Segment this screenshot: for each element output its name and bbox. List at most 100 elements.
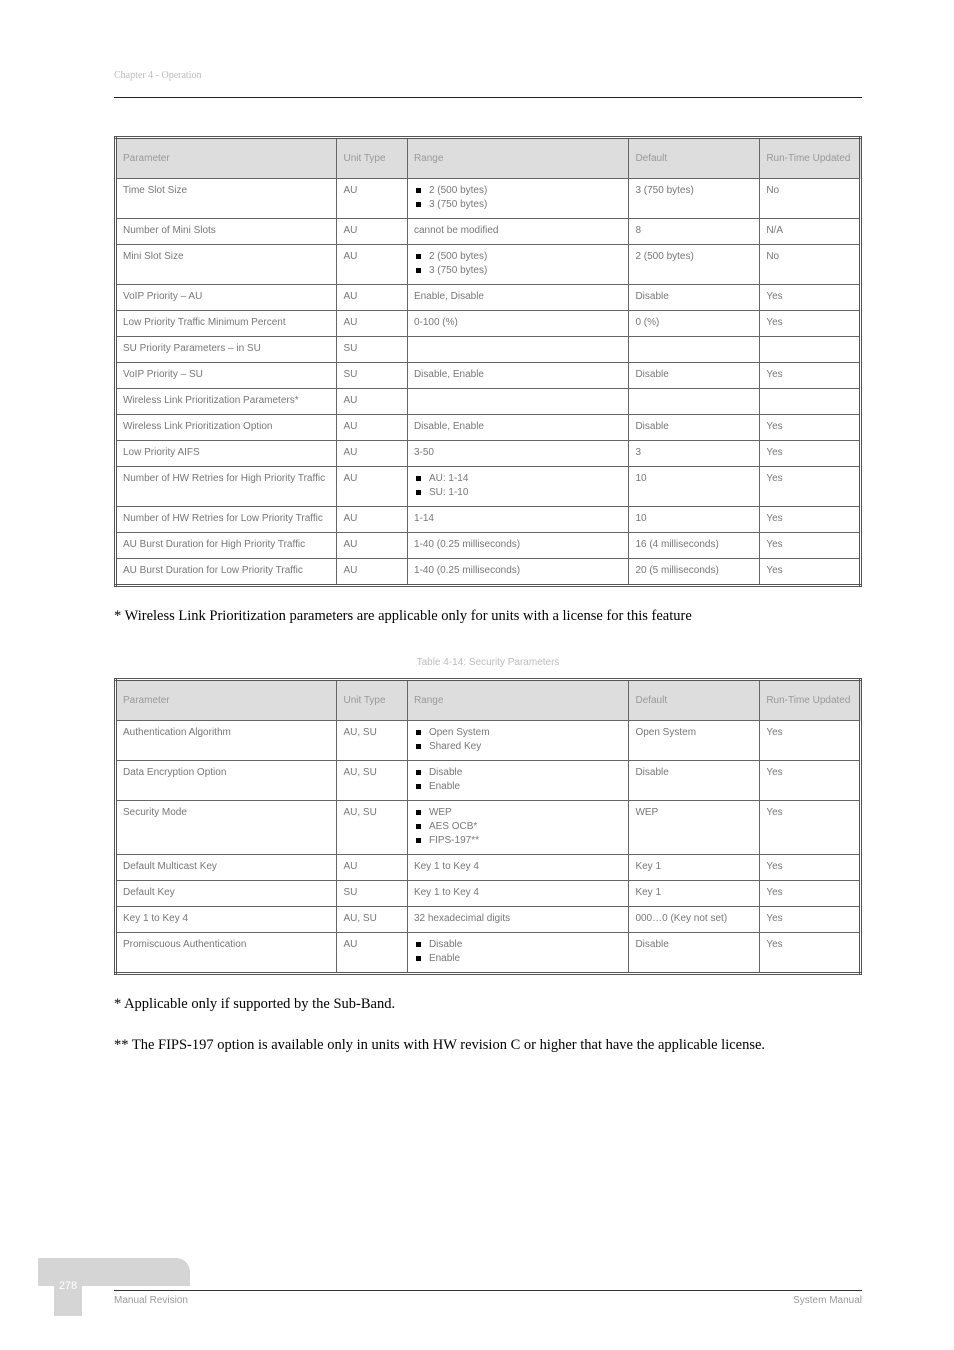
range-value: SU: 1-10 — [429, 486, 622, 500]
bullet-icon — [416, 202, 421, 207]
cell-unit: SU — [337, 337, 407, 363]
cell-runtime: Yes — [760, 559, 861, 586]
cell-default: Key 1 — [629, 855, 760, 881]
cell-range: Key 1 to Key 4 — [407, 881, 628, 907]
range-value: 2 (500 bytes) — [429, 184, 622, 198]
cell-runtime — [760, 389, 861, 415]
table-row: Low Priority Traffic Minimum PercentAU0-… — [116, 311, 861, 337]
table-row: Mini Slot SizeAU2 (500 bytes)3 (750 byte… — [116, 245, 861, 285]
cell-runtime: Yes — [760, 907, 861, 933]
cell-default: 16 (4 milliseconds) — [629, 533, 760, 559]
cell-default: 3 — [629, 441, 760, 467]
chapter-header: Chapter 4 - Operation — [114, 70, 862, 81]
bullet-icon — [416, 810, 421, 815]
col-parameter: Parameter — [116, 138, 337, 179]
cell-runtime: Yes — [760, 311, 861, 337]
header-rule — [114, 97, 862, 98]
cell-runtime — [760, 337, 861, 363]
cell-runtime: Yes — [760, 881, 861, 907]
range-bullet: Open System — [414, 726, 622, 740]
cell-parameter: AU Burst Duration for High Priority Traf… — [116, 533, 337, 559]
col-unit: Unit Type — [337, 680, 407, 721]
table-header-row: Parameter Unit Type Range Default Run-Ti… — [116, 138, 861, 179]
bullet-icon — [416, 744, 421, 749]
cell-range — [407, 337, 628, 363]
range-value: Open System — [429, 726, 622, 740]
cell-parameter: Default Key — [116, 881, 337, 907]
cell-default — [629, 337, 760, 363]
cell-unit: AU — [337, 179, 407, 219]
range-value: AU: 1-14 — [429, 472, 622, 486]
bullet-icon — [416, 942, 421, 947]
cell-range: AU: 1-14SU: 1-10 — [407, 467, 628, 507]
range-value: Disable — [429, 766, 622, 780]
cell-range: DisableEnable — [407, 933, 628, 974]
cell-runtime: No — [760, 179, 861, 219]
cell-range: Key 1 to Key 4 — [407, 855, 628, 881]
cell-default: 20 (5 milliseconds) — [629, 559, 760, 586]
cell-runtime: Yes — [760, 933, 861, 974]
table-header-row: Parameter Unit Type Range Default Run-Ti… — [116, 680, 861, 721]
cell-unit: AU — [337, 285, 407, 311]
cell-range: 2 (500 bytes)3 (750 bytes) — [407, 179, 628, 219]
footer-tab-graphic: 278 — [38, 1258, 190, 1316]
cell-range: 32 hexadecimal digits — [407, 907, 628, 933]
table-row: Number of Mini SlotsAUcannot be modified… — [116, 219, 861, 245]
cell-unit: AU — [337, 507, 407, 533]
cell-default: Key 1 — [629, 881, 760, 907]
cell-parameter: Authentication Algorithm — [116, 721, 337, 761]
cell-parameter: Wireless Link Prioritization Parameters* — [116, 389, 337, 415]
cell-parameter: Key 1 to Key 4 — [116, 907, 337, 933]
range-bullet: Enable — [414, 952, 622, 966]
cell-default: 0 (%) — [629, 311, 760, 337]
range-bullet: FIPS-197** — [414, 834, 622, 848]
cell-range: 1-40 (0.25 milliseconds) — [407, 559, 628, 586]
cell-default: Disable — [629, 415, 760, 441]
cell-parameter: Data Encryption Option — [116, 761, 337, 801]
cell-unit: AU, SU — [337, 801, 407, 855]
cell-unit: AU — [337, 467, 407, 507]
table-row: AU Burst Duration for Low Priority Traff… — [116, 559, 861, 586]
bullet-icon — [416, 730, 421, 735]
bullet-icon — [416, 188, 421, 193]
table-row: Number of HW Retries for High Priority T… — [116, 467, 861, 507]
col-unit: Unit Type — [337, 138, 407, 179]
bullet-icon — [416, 268, 421, 273]
cell-range: Disable, Enable — [407, 415, 628, 441]
col-runtime: Run-Time Updated — [760, 680, 861, 721]
col-range: Range — [407, 680, 628, 721]
cell-parameter: VoIP Priority – SU — [116, 363, 337, 389]
range-bullet: Enable — [414, 780, 622, 794]
bullet-icon — [416, 956, 421, 961]
col-runtime: Run-Time Updated — [760, 138, 861, 179]
cell-runtime: Yes — [760, 721, 861, 761]
table-row: Key 1 to Key 4AU, SU32 hexadecimal digit… — [116, 907, 861, 933]
range-value: 1-40 (0.25 milliseconds) — [414, 539, 520, 550]
cell-runtime: Yes — [760, 467, 861, 507]
cell-default — [629, 389, 760, 415]
bullet-icon — [416, 824, 421, 829]
cell-unit: SU — [337, 881, 407, 907]
cell-runtime: Yes — [760, 285, 861, 311]
footer-left: Manual Revision — [114, 1295, 188, 1306]
footnote-fips: ** The FIPS-197 option is available only… — [114, 1034, 862, 1056]
cell-parameter: Wireless Link Prioritization Option — [116, 415, 337, 441]
table-row: VoIP Priority – SUSUDisable, EnableDisab… — [116, 363, 861, 389]
cell-unit: AU — [337, 311, 407, 337]
col-parameter: Parameter — [116, 680, 337, 721]
cell-parameter: Mini Slot Size — [116, 245, 337, 285]
cell-range — [407, 389, 628, 415]
range-value: Disable — [429, 938, 622, 952]
cell-default: Disable — [629, 363, 760, 389]
range-value: Shared Key — [429, 740, 622, 754]
range-bullet: Disable — [414, 938, 622, 952]
cell-unit: AU — [337, 933, 407, 974]
table-row: Promiscuous AuthenticationAUDisableEnabl… — [116, 933, 861, 974]
range-bullet: SU: 1-10 — [414, 486, 622, 500]
range-value: WEP — [429, 806, 622, 820]
cell-unit: AU — [337, 415, 407, 441]
range-value: 0-100 (%) — [414, 317, 458, 328]
cell-runtime: Yes — [760, 363, 861, 389]
cell-unit: AU — [337, 559, 407, 586]
range-value: Disable, Enable — [414, 369, 484, 380]
